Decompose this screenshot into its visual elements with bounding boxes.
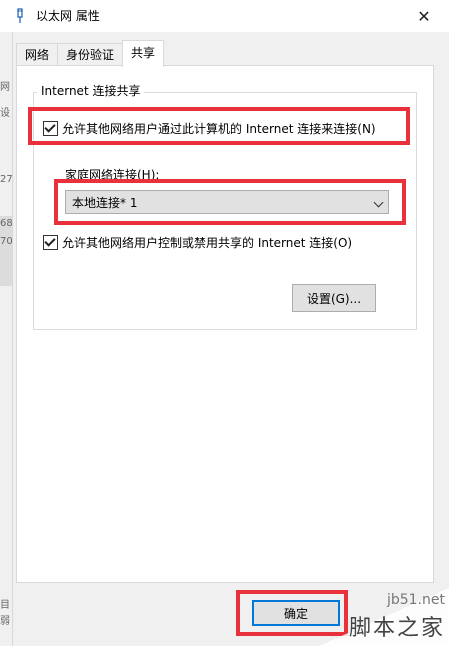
tab-strip: 网络 身份验证 共享 [16, 40, 165, 67]
chevron-down-icon [373, 197, 384, 208]
sharing-tab-panel: Internet 连接共享 允许其他网络用户通过此计算机的 Internet 连… [16, 65, 434, 583]
window-title: 以太网 属性 [36, 9, 100, 23]
allow-control-label: 允许其他网络用户控制或禁用共享的 Internet 连接(O) [62, 236, 353, 250]
settings-button[interactable]: 设置(G)... [292, 284, 376, 312]
bg-fragment: 网 [0, 82, 10, 93]
properties-dialog: 以太网 属性 ✕ 网 设 27 68 70 目 弱 网络 身份验证 共享 Int… [0, 0, 449, 646]
title-bar[interactable]: 以太网 属性 ✕ [0, 0, 449, 32]
background-window-edge: 网 设 27 68 70 目 弱 [0, 32, 13, 646]
allow-control-checkbox[interactable] [43, 235, 58, 250]
home-network-label: 家庭网络连接(H): [65, 168, 160, 182]
watermark-url: jb51.net [386, 592, 445, 608]
bg-fragment: 目 [0, 600, 10, 611]
bg-fragment: 70 [0, 236, 13, 247]
allow-connect-label: 允许其他网络用户通过此计算机的 Internet 连接来连接(N) [62, 122, 376, 136]
watermark-name: 脚本之家 [348, 616, 445, 641]
tab-sharing[interactable]: 共享 [122, 40, 165, 67]
bg-fragment: 弱 [0, 616, 10, 627]
allow-connect-option[interactable]: 允许其他网络用户通过此计算机的 Internet 连接来连接(N) [43, 120, 376, 137]
home-network-value: 本地连接* 1 [72, 196, 138, 210]
bg-fragment: 27 [0, 174, 13, 185]
tab-network[interactable]: 网络 [16, 43, 59, 66]
group-title: Internet 连接共享 [37, 83, 145, 99]
network-cable-icon [12, 8, 28, 24]
home-network-select[interactable]: 本地连接* 1 [65, 190, 389, 214]
site-watermark: jb51.net 脚本之家 [309, 588, 449, 646]
allow-connect-checkbox[interactable] [43, 121, 58, 136]
tab-authentication[interactable]: 身份验证 [57, 43, 124, 66]
close-icon: ✕ [417, 6, 431, 26]
close-button[interactable]: ✕ [407, 0, 441, 32]
allow-control-option[interactable]: 允许其他网络用户控制或禁用共享的 Internet 连接(O) [43, 234, 352, 251]
bg-fragment: 设 [0, 108, 10, 119]
bg-fragment: 68 [0, 218, 13, 229]
